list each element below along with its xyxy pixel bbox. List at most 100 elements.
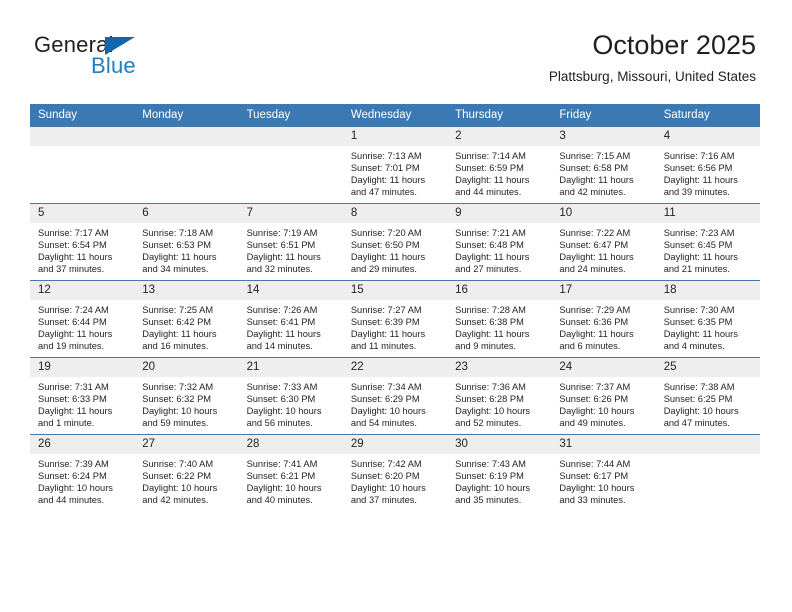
sunset-text: Sunset: 6:22 PM [142, 471, 212, 482]
weekday-header-thursday: Thursday [447, 104, 552, 127]
day-number: 10 [551, 204, 656, 223]
sunset-text: Sunset: 6:39 PM [350, 317, 420, 328]
calendar-day-cell[interactable]: 31 Sunrise: 7:44 AM Sunset: 6:17 PM Dayligh… [551, 434, 656, 511]
sunset-text: Sunset: 6:20 PM [350, 471, 420, 482]
calendar-day-cell[interactable]: 17 Sunrise: 7:29 AM Sunset: 6:36 PM Dayligh… [551, 280, 656, 358]
calendar-day-cell[interactable]: 9 Sunrise: 7:21 AM Sunset: 6:48 PM Daylight… [447, 203, 552, 281]
calendar-day-cell[interactable]: 19 Sunrise: 7:31 AM Sunset: 6:33 PM Dayligh… [30, 357, 135, 435]
day-number: 11 [655, 204, 760, 223]
weekday-header-wednesday: Wednesday [342, 104, 448, 127]
sunrise-text: Sunrise: 7:40 AM [142, 459, 214, 469]
calendar-day-cell[interactable]: 12 Sunrise: 7:24 AM Sunset: 6:44 PM Dayligh… [30, 280, 135, 358]
daylight-text: Daylight: 11 hours and 27 minutes. [455, 252, 530, 275]
calendar-day-cell[interactable]: 15 Sunrise: 7:27 AM Sunset: 6:39 PM Dayligh… [342, 280, 448, 358]
sunset-text: Sunset: 6:58 PM [559, 163, 629, 174]
day-number: 7 [238, 204, 343, 223]
calendar-day-cell[interactable]: 23 Sunrise: 7:36 AM Sunset: 6:28 PM Dayligh… [447, 357, 552, 435]
sunrise-text: Sunrise: 7:29 AM [559, 305, 631, 315]
daylight-text: Daylight: 10 hours and 54 minutes. [350, 406, 426, 429]
daylight-text: Daylight: 10 hours and 49 minutes. [559, 406, 635, 429]
day-number [30, 127, 135, 146]
sunrise-text: Sunrise: 7:20 AM [350, 228, 422, 238]
calendar-day-cell[interactable]: 22 Sunrise: 7:34 AM Sunset: 6:29 PM Dayligh… [342, 357, 448, 435]
sunset-text: Sunset: 6:17 PM [559, 471, 629, 482]
day-number: 20 [134, 358, 239, 377]
calendar-day-cell[interactable]: 29 Sunrise: 7:42 AM Sunset: 6:20 PM Dayligh… [342, 434, 448, 511]
day-details: Sunrise: 7:41 AM Sunset: 6:21 PM Daylight:… [239, 454, 343, 506]
sunset-text: Sunset: 6:26 PM [559, 394, 629, 405]
calendar-day-cell[interactable]: 8 Sunrise: 7:20 AM Sunset: 6:50 PM Daylight… [342, 203, 448, 281]
calendar-day-cell[interactable]: 13 Sunrise: 7:25 AM Sunset: 6:42 PM Dayligh… [134, 280, 239, 358]
sunset-text: Sunset: 6:33 PM [38, 394, 107, 405]
calendar-day-cell[interactable]: 26 Sunrise: 7:39 AM Sunset: 6:24 PM Dayligh… [30, 434, 135, 511]
sunset-text: Sunset: 7:01 PM [350, 163, 420, 174]
sunrise-text: Sunrise: 7:27 AM [350, 305, 422, 315]
calendar-day-cell[interactable]: 3 Sunrise: 7:15 AM Sunset: 6:58 PM Daylight… [551, 126, 656, 204]
day-details: Sunrise: 7:26 AM Sunset: 6:41 PM Daylight:… [239, 300, 343, 352]
sunrise-text: Sunrise: 7:30 AM [663, 305, 735, 315]
sunset-text: Sunset: 6:54 PM [38, 240, 107, 251]
calendar-day-cell[interactable]: 20 Sunrise: 7:32 AM Sunset: 6:32 PM Dayligh… [134, 357, 239, 435]
day-details: Sunrise: 7:13 AM Sunset: 7:01 PM Daylight:… [343, 146, 447, 198]
calendar-week-row: 5 Sunrise: 7:17 AM Sunset: 6:54 PM Daylight… [30, 203, 760, 281]
day-number: 19 [30, 358, 135, 377]
sunset-text: Sunset: 6:51 PM [246, 240, 316, 251]
calendar-day-cell[interactable]: 2 Sunrise: 7:14 AM Sunset: 6:59 PM Daylight… [447, 126, 552, 204]
sunset-text: Sunset: 6:36 PM [559, 317, 629, 328]
day-number: 31 [551, 435, 656, 454]
daylight-text: Daylight: 11 hours and 11 minutes. [350, 329, 426, 352]
sunrise-text: Sunrise: 7:39 AM [38, 459, 109, 469]
daylight-text: Daylight: 11 hours and 29 minutes. [350, 252, 426, 275]
sunset-text: Sunset: 6:41 PM [246, 317, 316, 328]
calendar-day-cell[interactable]: 1 Sunrise: 7:13 AM Sunset: 7:01 PM Daylight… [342, 126, 448, 204]
calendar-day-cell[interactable]: 16 Sunrise: 7:28 AM Sunset: 6:38 PM Dayligh… [447, 280, 552, 358]
calendar-day-cell[interactable]: 6 Sunrise: 7:18 AM Sunset: 6:53 PM Daylight… [134, 203, 239, 281]
day-number: 24 [551, 358, 656, 377]
day-number: 8 [342, 204, 448, 223]
calendar-day-cell[interactable]: 14 Sunrise: 7:26 AM Sunset: 6:41 PM Dayligh… [238, 280, 343, 358]
daylight-text: Daylight: 10 hours and 35 minutes. [455, 483, 531, 506]
calendar-day-cell[interactable]: 21 Sunrise: 7:33 AM Sunset: 6:30 PM Dayligh… [238, 357, 343, 435]
daylight-text: Daylight: 11 hours and 21 minutes. [663, 252, 738, 275]
sunset-text: Sunset: 6:47 PM [559, 240, 629, 251]
day-number: 3 [551, 127, 656, 146]
daylight-text: Daylight: 11 hours and 19 minutes. [38, 329, 113, 352]
day-number [655, 435, 760, 454]
day-number: 14 [238, 281, 343, 300]
sunrise-sunset-calendar: Sunday Monday Tuesday Wednesday Thursday… [30, 104, 760, 511]
calendar-day-cell[interactable]: 27 Sunrise: 7:40 AM Sunset: 6:22 PM Dayligh… [134, 434, 239, 511]
daylight-text: Daylight: 11 hours and 16 minutes. [142, 329, 217, 352]
calendar-week-row: 26 Sunrise: 7:39 AM Sunset: 6:24 PM Dayligh… [30, 434, 760, 511]
day-number: 29 [342, 435, 448, 454]
day-details: Sunrise: 7:21 AM Sunset: 6:48 PM Daylight:… [447, 223, 551, 275]
sunset-text: Sunset: 6:53 PM [142, 240, 212, 251]
sunrise-text: Sunrise: 7:32 AM [142, 382, 214, 392]
sunrise-text: Sunrise: 7:31 AM [38, 382, 109, 392]
calendar-day-cell[interactable]: 18 Sunrise: 7:30 AM Sunset: 6:35 PM Dayligh… [655, 280, 760, 358]
day-details: Sunrise: 7:38 AM Sunset: 6:25 PM Daylight:… [656, 377, 760, 429]
calendar-day-cell[interactable]: 30 Sunrise: 7:43 AM Sunset: 6:19 PM Dayligh… [447, 434, 552, 511]
title-block: October 2025 Plattsburg, Missouri, Unite… [549, 28, 756, 86]
generalblue-logo[interactable]: General Blue [34, 33, 264, 85]
calendar-header-row: Sunday Monday Tuesday Wednesday Thursday… [30, 104, 760, 127]
calendar-day-cell[interactable]: 4 Sunrise: 7:16 AM Sunset: 6:56 PM Daylight… [655, 126, 760, 204]
calendar-day-cell[interactable]: 11 Sunrise: 7:23 AM Sunset: 6:45 PM Dayligh… [655, 203, 760, 281]
calendar-day-cell[interactable]: 7 Sunrise: 7:19 AM Sunset: 6:51 PM Daylight… [238, 203, 343, 281]
sunset-text: Sunset: 6:50 PM [350, 240, 420, 251]
daylight-text: Daylight: 11 hours and 44 minutes. [455, 175, 530, 198]
day-number: 25 [655, 358, 760, 377]
calendar-day-cell[interactable]: 5 Sunrise: 7:17 AM Sunset: 6:54 PM Daylight… [30, 203, 135, 281]
day-number: 23 [447, 358, 552, 377]
day-number: 16 [447, 281, 552, 300]
calendar-day-cell[interactable]: 24 Sunrise: 7:37 AM Sunset: 6:26 PM Dayligh… [551, 357, 656, 435]
weekday-header-sunday: Sunday [30, 104, 135, 127]
day-number: 9 [447, 204, 552, 223]
day-number: 28 [238, 435, 343, 454]
calendar-day-cell[interactable]: 10 Sunrise: 7:22 AM Sunset: 6:47 PM Dayligh… [551, 203, 656, 281]
daylight-text: Daylight: 11 hours and 42 minutes. [559, 175, 634, 198]
calendar-day-cell-empty [238, 126, 343, 204]
sunset-text: Sunset: 6:48 PM [455, 240, 524, 251]
day-number [238, 127, 343, 146]
calendar-day-cell[interactable]: 28 Sunrise: 7:41 AM Sunset: 6:21 PM Dayligh… [238, 434, 343, 511]
calendar-day-cell[interactable]: 25 Sunrise: 7:38 AM Sunset: 6:25 PM Dayligh… [655, 357, 760, 435]
